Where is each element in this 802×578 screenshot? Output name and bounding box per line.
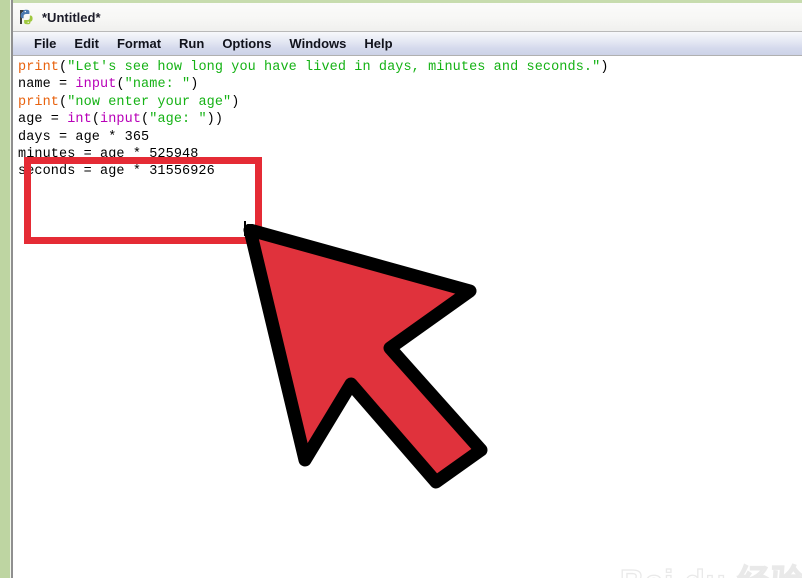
menu-item-format[interactable]: Format bbox=[108, 32, 170, 55]
code-token: ) bbox=[231, 94, 240, 110]
code-token: input bbox=[75, 77, 117, 93]
code-token: "age: " bbox=[149, 112, 207, 128]
code-line[interactable]: print("now enter your age") bbox=[13, 94, 802, 111]
menu-item-run[interactable]: Run bbox=[170, 32, 213, 55]
menu-item-file[interactable]: File bbox=[25, 32, 65, 55]
idle-editor-window: *Untitled* File Edit Format Run Options … bbox=[13, 3, 802, 578]
code-token: name = bbox=[18, 77, 76, 93]
code-token: )) bbox=[206, 112, 224, 128]
window-titlebar[interactable]: *Untitled* bbox=[13, 3, 802, 31]
code-token: "name: " bbox=[124, 77, 191, 93]
menu-item-help[interactable]: Help bbox=[355, 32, 401, 55]
text-caret bbox=[244, 221, 246, 236]
red-arrow-cursor-annotation bbox=[238, 223, 583, 494]
code-token: age = bbox=[18, 112, 68, 128]
code-line[interactable]: days = age * 365 bbox=[13, 129, 802, 146]
code-line[interactable]: seconds = age * 31556926 bbox=[13, 163, 802, 180]
desktop-strip-fill bbox=[0, 0, 10, 578]
code-token: days = age * 365 bbox=[18, 129, 150, 145]
python-idle-icon bbox=[18, 8, 36, 26]
code-token: ) bbox=[600, 60, 609, 75]
menu-item-options[interactable]: Options bbox=[213, 32, 280, 55]
menu-item-windows[interactable]: Windows bbox=[280, 32, 355, 55]
menubar: File Edit Format Run Options Windows Hel… bbox=[13, 31, 802, 56]
code-line[interactable]: name = input("name: ") bbox=[13, 76, 802, 93]
code-token: print bbox=[18, 60, 60, 75]
code-token: ( bbox=[116, 77, 125, 93]
code-lines-container[interactable]: print("Let's see how long you have lived… bbox=[13, 59, 802, 181]
menu-item-edit[interactable]: Edit bbox=[65, 32, 108, 55]
code-token: ( bbox=[91, 112, 101, 128]
code-token: ( bbox=[59, 60, 68, 75]
code-token: minutes = age * 525948 bbox=[18, 147, 199, 163]
code-token: int bbox=[67, 112, 92, 128]
screenshot-root: *Untitled* File Edit Format Run Options … bbox=[0, 0, 802, 578]
code-line[interactable]: minutes = age * 525948 bbox=[13, 146, 802, 163]
code-token: ) bbox=[190, 77, 199, 93]
code-token: "now enter your age" bbox=[67, 94, 232, 110]
code-token: ( bbox=[59, 94, 68, 110]
code-editor-area[interactable]: print("Let's see how long you have lived… bbox=[13, 56, 802, 578]
code-token: "Let's see how long you have lived in da… bbox=[67, 60, 601, 75]
code-line[interactable]: age = int(input("age: ")) bbox=[13, 111, 802, 128]
code-token: input bbox=[100, 112, 142, 128]
code-token: print bbox=[18, 94, 60, 110]
code-line[interactable]: print("Let's see how long you have lived… bbox=[13, 59, 802, 76]
window-title: *Untitled* bbox=[42, 9, 101, 25]
watermark-logo-text: Bai du 经验 bbox=[619, 563, 802, 578]
desktop-background-left bbox=[0, 0, 13, 578]
code-token: seconds = age * 31556926 bbox=[18, 164, 215, 180]
baidu-jingyan-watermark: Bai du 经验 jingyan.baidu.com bbox=[619, 563, 802, 578]
